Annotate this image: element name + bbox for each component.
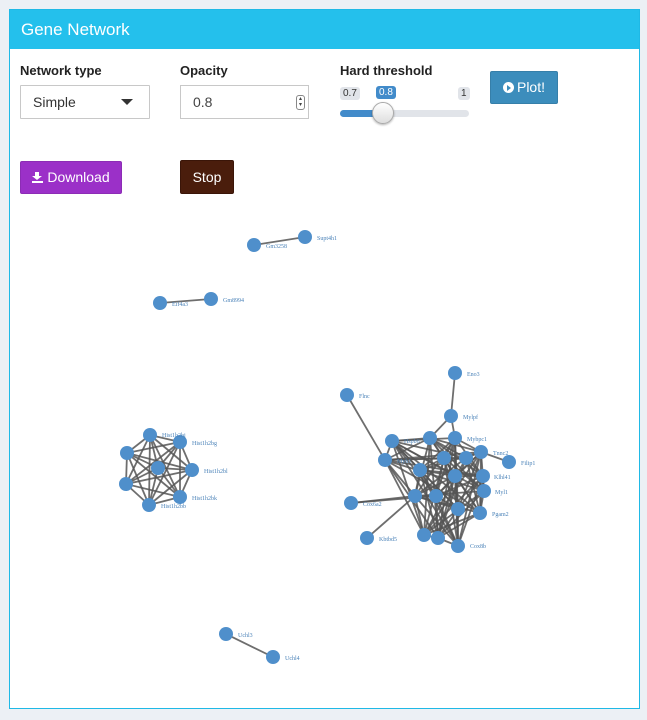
- node-label: Uchl3: [238, 633, 253, 639]
- node-label: Eno3: [467, 372, 480, 378]
- network-node[interactable]: [451, 502, 465, 516]
- network-node[interactable]: [142, 498, 156, 512]
- network-node[interactable]: [417, 528, 431, 542]
- node-label: Gm3258: [266, 244, 287, 250]
- network-node[interactable]: [120, 446, 134, 460]
- network-node[interactable]: [444, 409, 458, 423]
- node-label: Gm8994: [223, 298, 244, 304]
- node-label: Flnc: [359, 394, 370, 400]
- network-node[interactable]: [437, 451, 451, 465]
- network-node[interactable]: [204, 292, 218, 306]
- network-node[interactable]: [247, 238, 261, 252]
- network-node[interactable]: [429, 489, 443, 503]
- node-label: Hist1h2bl: [204, 469, 228, 475]
- network-node[interactable]: [476, 469, 490, 483]
- node-label: Myh1: [397, 459, 411, 465]
- network-node[interactable]: [266, 650, 280, 664]
- network-node[interactable]: [153, 296, 167, 310]
- network-node[interactable]: [173, 490, 187, 504]
- network-nodes: [119, 230, 516, 664]
- node-label: Myl1: [495, 490, 508, 496]
- node-label: Hist1h2bk: [192, 496, 217, 502]
- node-label: Mybpc1: [467, 437, 487, 443]
- network-node[interactable]: [378, 453, 392, 467]
- node-label: Pgam2: [492, 512, 509, 518]
- node-label: Kbtbd5: [379, 537, 397, 543]
- network-node[interactable]: [413, 463, 427, 477]
- network-node[interactable]: [143, 428, 157, 442]
- network-node[interactable]: [385, 434, 399, 448]
- network-node[interactable]: [448, 469, 462, 483]
- network-node[interactable]: [477, 484, 491, 498]
- network-node[interactable]: [448, 431, 462, 445]
- network-node[interactable]: [473, 506, 487, 520]
- network-edge: [346, 394, 386, 461]
- node-label: Klhl41: [494, 475, 511, 481]
- node-label: Mylpf: [463, 414, 478, 421]
- network-node[interactable]: [474, 445, 488, 459]
- network-node[interactable]: [408, 489, 422, 503]
- network-node[interactable]: [423, 431, 437, 445]
- network-node[interactable]: [451, 539, 465, 553]
- network-node[interactable]: [151, 461, 165, 475]
- node-label: Uchl4: [285, 656, 300, 662]
- gene-network-graph[interactable]: Gm3258 Supt4h1 Eif4a3 Gm8994 Hist1h2bj Hist1h…: [0, 0, 647, 720]
- network-node[interactable]: [219, 627, 233, 641]
- network-node[interactable]: [431, 531, 445, 545]
- network-node[interactable]: [459, 451, 473, 465]
- node-label: Tnnc2: [493, 451, 508, 457]
- network-node[interactable]: [344, 496, 358, 510]
- network-node[interactable]: [448, 366, 462, 380]
- node-label: Hspb6: [404, 439, 420, 445]
- network-node[interactable]: [340, 388, 354, 402]
- node-label: Cox6a2: [363, 502, 382, 508]
- node-label: Supt4h1: [317, 236, 337, 242]
- node-label: Cox8b: [470, 544, 486, 550]
- node-label: Hist1h2bj: [162, 433, 186, 439]
- node-label: Hist1h2bg: [192, 441, 217, 447]
- node-label: Filip1: [521, 461, 535, 467]
- network-edge: [148, 434, 151, 506]
- network-node[interactable]: [119, 477, 133, 491]
- network-node[interactable]: [298, 230, 312, 244]
- network-node[interactable]: [185, 463, 199, 477]
- network-node[interactable]: [360, 531, 374, 545]
- network-node[interactable]: [502, 455, 516, 469]
- node-label: Hist1h2bb: [161, 504, 186, 510]
- node-label: Eif4a3: [172, 301, 188, 308]
